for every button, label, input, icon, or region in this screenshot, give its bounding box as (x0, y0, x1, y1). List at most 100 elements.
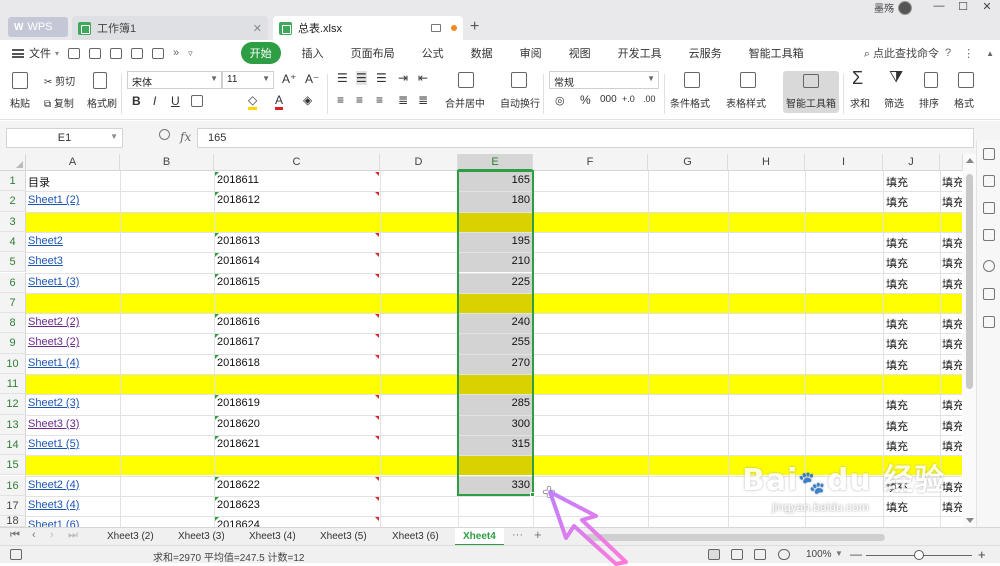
sort-icon[interactable] (924, 72, 938, 88)
vertical-scroll-thumb[interactable] (966, 174, 973, 389)
close-tab-icon[interactable]: ✕ (253, 22, 262, 35)
cut-button[interactable]: ✂ 剪切 (44, 73, 75, 88)
tab-total-xlsx[interactable]: 总表.xlsx (273, 16, 463, 40)
zoom-dropdown-icon[interactable]: ▼ (835, 549, 843, 558)
sheet-hyperlink[interactable]: Sheet2 (4) (28, 479, 118, 496)
wrap-text-icon[interactable] (511, 72, 527, 88)
conditional-format-icon[interactable] (684, 72, 700, 88)
sheet-tab-active[interactable]: Xheet4 (455, 528, 504, 546)
paste-button[interactable]: 粘贴 (10, 95, 30, 110)
zoom-out-icon[interactable]: — (850, 547, 862, 561)
save-icon[interactable] (89, 47, 102, 59)
tab-insert[interactable]: 插入 (302, 45, 324, 61)
zoom-level[interactable]: 100% (806, 549, 832, 560)
decrease-font-icon[interactable]: A⁻ (305, 72, 319, 86)
row-header[interactable]: 8 (0, 313, 26, 334)
align-bottom-icon[interactable]: ☰ (376, 71, 387, 85)
sheet-hyperlink[interactable]: Sheet3 (4) (28, 499, 118, 516)
first-sheet-icon[interactable]: ⏮ (10, 529, 20, 542)
sheet-hyperlink[interactable]: Sheet1 (3) (28, 276, 118, 293)
row-header[interactable]: 5 (0, 252, 26, 273)
format-button[interactable]: 格式 (954, 95, 974, 110)
command-search[interactable]: ⌕ 点此查找命令 (864, 45, 939, 61)
tab-workbook1[interactable]: 工作簿1 ✕ (72, 16, 268, 40)
row-header[interactable]: 15 (0, 455, 26, 476)
font-color-icon[interactable]: A (275, 93, 284, 110)
vertical-scrollbar[interactable] (963, 154, 976, 527)
justify-icon[interactable]: ≣ (398, 93, 408, 107)
wrap-text-button[interactable]: 自动换行 (500, 95, 540, 110)
sheet-tab[interactable]: Xheet3 (6) (392, 531, 439, 542)
more-sheets-icon[interactable]: ··· (512, 529, 523, 541)
sheet-tab[interactable]: Xheet3 (2) (107, 531, 154, 542)
properties-icon[interactable] (983, 175, 995, 187)
new-tab-button[interactable]: + (470, 18, 479, 36)
fill-color-icon[interactable]: ◇ (248, 93, 258, 110)
fx-icon[interactable]: fx (180, 130, 191, 144)
percent-icon[interactable]: % (580, 93, 591, 107)
column-header-i[interactable]: I (805, 154, 883, 171)
sheet-tab[interactable]: Xheet3 (3) (178, 531, 225, 542)
clear-format-icon[interactable]: ◈ (303, 93, 312, 107)
row-header[interactable]: 3 (0, 211, 26, 232)
row-header[interactable]: 12 (0, 394, 26, 415)
sheet-hyperlink[interactable]: Sheet1 (4) (28, 357, 118, 374)
zoom-icon[interactable] (159, 129, 170, 140)
align-left-icon[interactable]: ≡ (337, 93, 344, 107)
zoom-in-icon[interactable]: + (978, 547, 986, 562)
scroll-down-icon[interactable] (966, 518, 974, 523)
column-header-h[interactable]: H (728, 154, 805, 171)
reading-mode-icon[interactable] (778, 549, 790, 560)
distribute-icon[interactable]: ≣ (418, 93, 428, 107)
print-preview-icon[interactable] (131, 47, 144, 59)
print-icon[interactable] (110, 47, 123, 59)
thousands-icon[interactable]: 000 (600, 94, 617, 105)
sort-button[interactable]: 排序 (919, 95, 939, 110)
italic-icon[interactable]: I (153, 94, 156, 108)
minimize-icon[interactable]: — (932, 0, 946, 12)
paste-icon[interactable] (12, 72, 28, 89)
format-painter-icon[interactable] (93, 72, 107, 89)
page-layout-view-icon[interactable] (754, 549, 766, 560)
decrease-decimal-icon[interactable]: .00 (643, 94, 656, 104)
name-box[interactable]: E1 ▼ (6, 128, 123, 148)
sheet-tab[interactable]: Xheet3 (4) (249, 531, 296, 542)
row-header[interactable]: 16 (0, 475, 26, 496)
column-header-e[interactable]: E (458, 154, 533, 171)
align-middle-icon[interactable]: ☰ (356, 71, 367, 85)
column-header-b[interactable]: B (120, 154, 214, 171)
table-style-icon[interactable] (740, 72, 756, 88)
column-header-f[interactable]: F (533, 154, 648, 171)
column-header-c[interactable]: C (214, 154, 380, 171)
filter-icon[interactable]: ⧩ (889, 69, 903, 87)
underline-icon[interactable]: U (171, 94, 180, 108)
border-icon[interactable] (191, 95, 203, 107)
merge-center-button[interactable]: 合并居中 (445, 95, 485, 110)
number-format-select[interactable]: 常规 ▼ (549, 71, 659, 89)
tab-review[interactable]: 审阅 (520, 45, 542, 61)
apps-grid-icon[interactable] (983, 316, 995, 328)
currency-icon[interactable]: ◎ (555, 94, 565, 107)
tab-view[interactable]: 视图 (569, 45, 591, 61)
sheet-hyperlink[interactable]: Sheet3 (2) (28, 336, 118, 353)
column-header-a[interactable]: A (26, 154, 120, 171)
sheet-hyperlink[interactable]: Sheet1 (6) (28, 519, 118, 527)
tab-data[interactable]: 数据 (471, 45, 493, 61)
conditional-format-button[interactable]: 条件格式 (670, 95, 710, 110)
avatar[interactable] (898, 1, 912, 15)
sum-icon[interactable]: Σ (852, 68, 863, 89)
format-icon[interactable] (958, 72, 974, 88)
row-header[interactable]: 4 (0, 231, 26, 253)
tab-home[interactable]: 开始 (240, 42, 281, 64)
column-header-g[interactable]: G (648, 154, 728, 171)
column-header-d[interactable]: D (380, 154, 458, 171)
prev-sheet-icon[interactable]: ‹ (32, 529, 36, 541)
chevron-down-icon[interactable]: ▾ (55, 49, 59, 58)
page-break-view-icon[interactable] (731, 549, 743, 560)
font-name-select[interactable]: 宋体 ▼ (127, 71, 222, 89)
select-all-corner[interactable] (0, 154, 26, 171)
sum-button[interactable]: 求和 (850, 95, 870, 110)
menu-file[interactable]: 文件 (29, 45, 51, 61)
column-header-j[interactable]: J (883, 154, 940, 171)
sheet-hyperlink[interactable]: Sheet2 (28, 235, 118, 252)
